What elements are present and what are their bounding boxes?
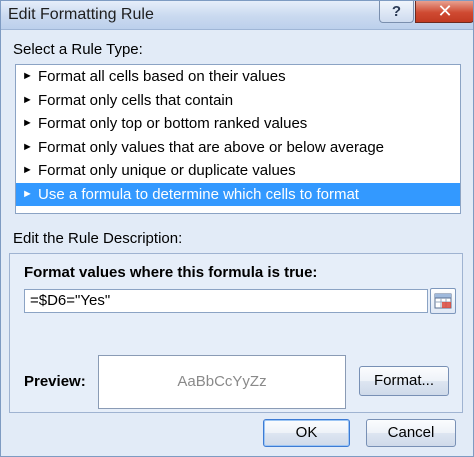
triangle-right-icon: ► — [22, 93, 33, 106]
rule-type-item[interactable]: ► Format all cells based on their values — [16, 65, 460, 89]
help-icon: ? — [391, 3, 402, 20]
formula-input[interactable]: =$D6="Yes" — [24, 289, 428, 313]
select-rule-type-label: Select a Rule Type: — [13, 41, 143, 58]
format-button[interactable]: Format... — [359, 366, 449, 396]
triangle-right-icon: ► — [22, 164, 33, 176]
preview-label: Preview: — [24, 373, 86, 390]
rule-description-panel: Format values where this formula is true… — [9, 253, 463, 413]
rule-type-list[interactable]: ► Format all cells based on their values … — [15, 64, 461, 214]
close-icon: ✕ — [437, 1, 453, 21]
edit-rule-description-label: Edit the Rule Description: — [13, 230, 183, 247]
formula-header: Format values where this formula is true… — [24, 264, 318, 281]
rule-type-label: Use a formula to determine which cells t… — [38, 185, 359, 203]
rule-type-label: Format all cells based on their values — [38, 68, 286, 85]
rule-type-item[interactable]: ► Format only top or bottom ranked values — [16, 112, 460, 136]
cancel-button[interactable]: Cancel — [366, 419, 456, 447]
preview-box: AaBbCcYyZz — [98, 355, 346, 409]
range-select-icon — [434, 293, 452, 309]
rule-type-label: Format only unique or duplicate values — [38, 162, 296, 179]
help-button[interactable]: ? — [379, 1, 414, 23]
triangle-right-icon: ► — [22, 117, 33, 129]
rule-type-item[interactable]: ► Format only cells that contain — [16, 89, 460, 113]
triangle-right-icon: ► — [22, 140, 33, 153]
edit-formatting-rule-dialog: Edit Formatting Rule ? ✕ Select a Rule T… — [0, 0, 474, 457]
collapse-dialog-button[interactable] — [430, 288, 456, 314]
rule-type-item[interactable]: ► Format only values that are above or be… — [16, 136, 460, 160]
rule-type-item[interactable]: ► Format only unique or duplicate values — [16, 159, 460, 183]
rule-type-label: Format only cells that contain — [38, 91, 234, 109]
close-button[interactable]: ✕ — [415, 1, 473, 23]
ok-button[interactable]: OK — [263, 419, 350, 447]
title-bar[interactable]: Edit Formatting Rule ? ✕ — [1, 1, 473, 30]
triangle-right-icon: ► — [22, 70, 33, 82]
rule-type-label: Format only top or bottom ranked values — [38, 115, 308, 132]
rule-type-item-selected[interactable]: ► Use a formula to determine which cells … — [16, 182, 460, 206]
dialog-title: Edit Formatting Rule — [8, 6, 154, 23]
rule-type-label: Format only values that are above or bel… — [38, 138, 385, 156]
triangle-right-icon: ► — [22, 187, 33, 200]
preview-sample-text: AaBbCcYyZz — [177, 373, 267, 390]
